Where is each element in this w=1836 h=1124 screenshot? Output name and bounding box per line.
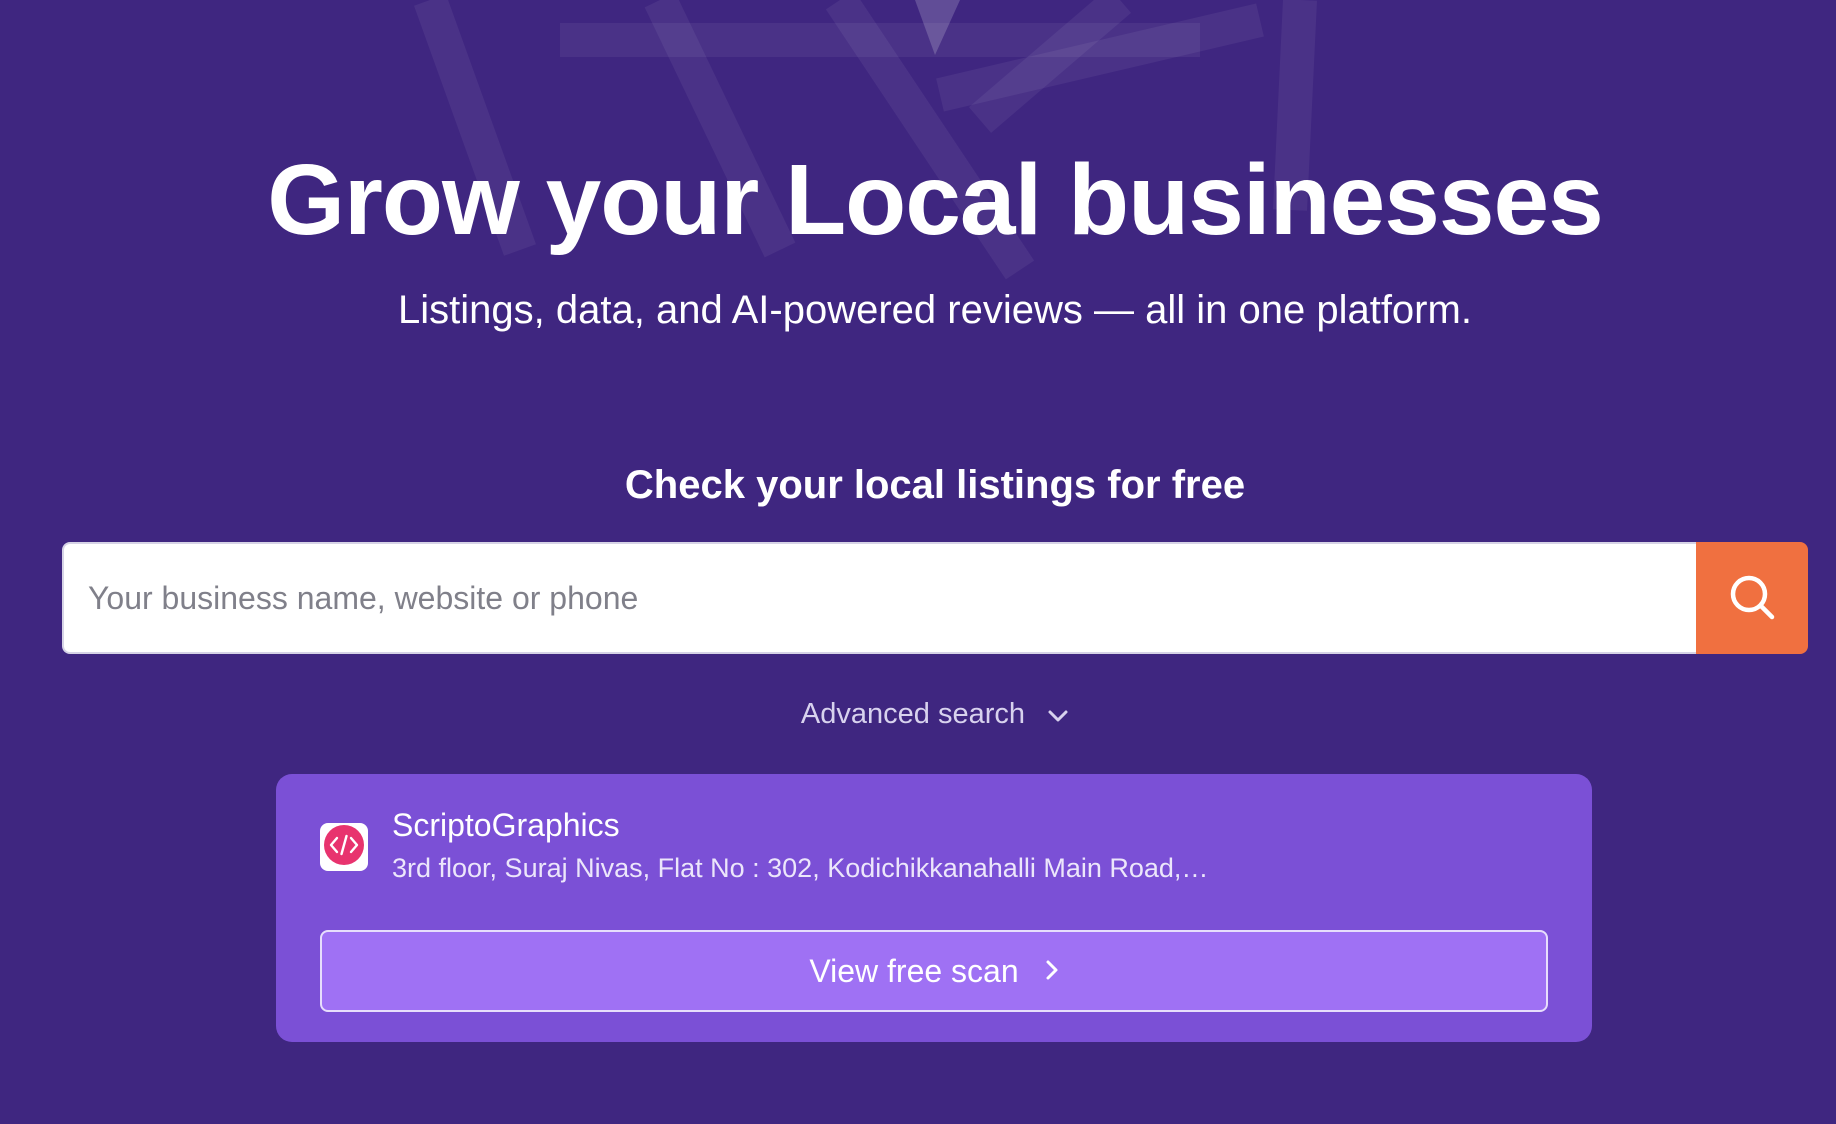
- code-icon: [322, 823, 366, 872]
- advanced-search-toggle[interactable]: Advanced search: [0, 690, 1836, 737]
- hero-section: Grow your Local businesses Listings, dat…: [0, 0, 1836, 1124]
- view-free-scan-label: View free scan: [809, 952, 1019, 989]
- advanced-search-label: Advanced search: [800, 698, 1026, 731]
- page-subtitle: Listings, data, and AI-powered reviews —…: [398, 288, 1472, 332]
- chevron-right-icon: [1045, 959, 1059, 984]
- search-icon: [1727, 572, 1777, 625]
- view-free-scan-button[interactable]: View free scan: [320, 930, 1548, 1012]
- search-input[interactable]: [62, 542, 1696, 654]
- page-title: Grow your Local businesses: [267, 144, 1604, 256]
- business-result-card: ScriptoGraphics 3rd floor, Suraj Nivas, …: [276, 774, 1592, 1042]
- chevron-down-icon: [1047, 691, 1069, 737]
- search-bar: [62, 542, 1808, 654]
- business-logo: [320, 823, 368, 871]
- business-address: 3rd floor, Suraj Nivas, Flat No : 302, K…: [392, 853, 1209, 883]
- search-heading: Check your local listings for free: [624, 463, 1246, 507]
- search-button[interactable]: [1696, 542, 1808, 654]
- business-name: ScriptoGraphics: [392, 807, 620, 843]
